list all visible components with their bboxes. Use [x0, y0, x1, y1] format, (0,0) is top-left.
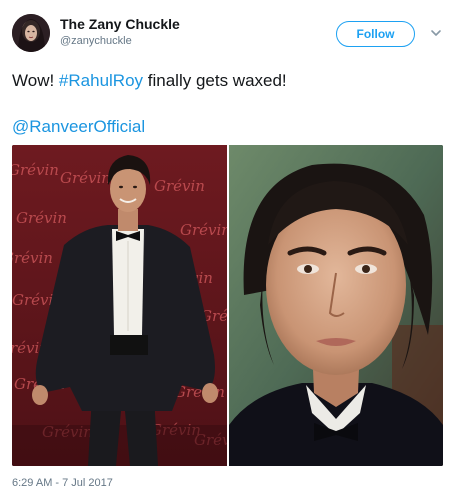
tweet-text-before: Wow! [12, 71, 59, 90]
backdrop-logo: Grévin [12, 249, 53, 267]
backdrop-logo: Grévin [180, 221, 231, 239]
chevron-down-icon[interactable] [430, 28, 442, 38]
tweet-media[interactable]: Grévin Grévin Grévin Grévin Grévin Grévi… [12, 145, 443, 466]
avatar[interactable] [12, 14, 50, 52]
author-handle[interactable]: @zanychuckle [60, 35, 132, 47]
wax-figure-photo: Grévin Grévin Grévin Grévin Grévin Grévi… [12, 145, 251, 466]
actor-portrait-photo [229, 145, 443, 466]
hashtag-link[interactable]: #RahulRoy [59, 71, 143, 90]
backdrop-logo: Grévin [16, 209, 67, 227]
tweet-card: The Zany Chuckle @zanychuckle Follow Wow… [0, 0, 467, 498]
backdrop-logo: Grévin [12, 161, 59, 179]
backdrop-logo: Grévin [154, 177, 205, 195]
mention-link[interactable]: @RanveerOfficial [12, 116, 145, 138]
backdrop-logo: Grévin [60, 169, 111, 187]
author-display-name[interactable]: The Zany Chuckle [60, 16, 180, 32]
tweet-text: Wow! #RahulRoy finally gets waxed! [12, 70, 287, 92]
tweet-text-after: finally gets waxed! [143, 71, 287, 90]
tweet-timestamp[interactable]: 6:29 AM - 7 Jul 2017 [12, 477, 113, 489]
follow-button[interactable]: Follow [336, 21, 415, 47]
